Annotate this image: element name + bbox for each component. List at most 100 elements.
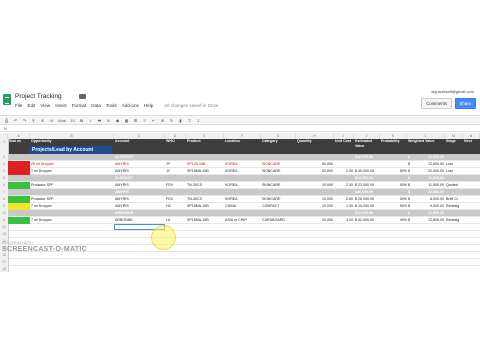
header-stage[interactable]: Stage: [446, 139, 462, 154]
stage-cell[interactable]: Redesig: [446, 203, 462, 210]
probability-cell[interactable]: 50%: [381, 203, 407, 210]
share-button[interactable]: Share: [454, 98, 476, 109]
status-cell[interactable]: [8, 182, 30, 189]
location-cell[interactable]: CHINA: [225, 203, 261, 210]
fill-color-icon[interactable]: ◆: [115, 118, 120, 123]
comments-button[interactable]: Comments: [421, 98, 452, 109]
account-cell[interactable]: AMYRIS: [115, 203, 165, 210]
table-row[interactable]: 11 7 ml Dropper ARBONNE LA SP18MA-15B AS…: [0, 217, 480, 224]
strikethrough-icon[interactable]: S: [97, 118, 102, 123]
table-row[interactable]: 3 25 ml Dropper AMYRIS JY SP120-15B KORE…: [0, 161, 480, 168]
weighted-cell[interactable]: 32,000.00: [416, 168, 444, 175]
filter-icon[interactable]: ▽: [187, 118, 192, 123]
weighted-cell[interactable]: 9,500.00: [416, 203, 444, 210]
text-color-icon[interactable]: A: [106, 118, 111, 123]
header-quantity[interactable]: Quantity: [297, 139, 333, 154]
header-next[interactable]: Next: [464, 139, 480, 154]
currency-cell[interactable]: $: [408, 168, 414, 175]
currency-cell[interactable]: $: [408, 182, 414, 189]
opportunity-cell[interactable]: 7 ml Dropper: [31, 168, 111, 175]
category-cell[interactable]: SKINCARE: [262, 161, 295, 168]
currency-cell[interactable]: $: [408, 217, 414, 224]
status-cell[interactable]: [8, 203, 30, 210]
product-cell[interactable]: SP18MA-15B: [187, 203, 223, 210]
section-currency[interactable]: $: [408, 210, 414, 217]
section-row[interactable]: 2 ALDEMIST $46,000.00 $ 12,600.00: [0, 154, 480, 161]
wrap-icon[interactable]: ↵: [151, 118, 156, 123]
weighted-cell[interactable]: 8,000.00: [416, 196, 444, 203]
currency-cell[interactable]: $: [408, 161, 414, 168]
undo-icon[interactable]: ↶: [13, 118, 18, 123]
row-number[interactable]: 17: [0, 259, 9, 266]
product-cell[interactable]: SP18MA-15B: [187, 217, 223, 224]
row-number[interactable]: 7: [0, 189, 9, 196]
stage-cell[interactable]: Brief Cr: [446, 196, 462, 203]
menu-addons[interactable]: Add-ons: [122, 103, 139, 108]
opportunity-cell[interactable]: Protactor SPF: [31, 196, 111, 203]
stage-cell[interactable]: Lost: [446, 168, 462, 175]
location-cell[interactable]: KOREA: [225, 196, 261, 203]
estimated-cell[interactable]: $ 40,000.00: [355, 168, 379, 175]
stage-cell[interactable]: Quoted: [446, 182, 462, 189]
section-estimated[interactable]: $23,000.00: [355, 175, 379, 182]
location-cell[interactable]: KOREA: [225, 182, 261, 189]
who-cell[interactable]: LA: [166, 217, 186, 224]
category-cell[interactable]: SKINCARE: [262, 168, 295, 175]
banner-title[interactable]: Projects/Lead by Account: [30, 146, 112, 154]
currency-icon[interactable]: $: [40, 118, 45, 123]
table-row[interactable]: 13: [0, 231, 480, 238]
function-icon[interactable]: Σ: [196, 118, 201, 123]
section-account[interactable]: ALDEMIST: [115, 154, 165, 161]
table-row[interactable]: 12: [0, 224, 480, 231]
location-cell[interactable]: KOREA: [225, 168, 261, 175]
product-cell[interactable]: SP120-15B: [187, 161, 223, 168]
menu-data[interactable]: Data: [91, 103, 101, 108]
percent-icon[interactable]: %: [49, 118, 54, 123]
estimated-cell[interactable]: $ 32,000.00: [355, 217, 379, 224]
menu-help[interactable]: Help: [144, 103, 153, 108]
account-cell[interactable]: AMYRIS: [115, 161, 165, 168]
category-cell[interactable]: COMPACT: [262, 203, 295, 210]
borders-icon[interactable]: ▦: [124, 118, 129, 123]
unit-cost-cell[interactable]: 2.00: [335, 168, 353, 175]
weighted-cell[interactable]: 11,500.00: [416, 182, 444, 189]
row-number[interactable]: 10: [0, 210, 9, 217]
opportunity-cell[interactable]: 7 ml Dropper: [31, 203, 111, 210]
sheets-logo-icon[interactable]: [3, 94, 11, 105]
section-account[interactable]: ARBONNE: [115, 210, 165, 217]
who-cell[interactable]: FDV: [166, 196, 186, 203]
font-size-select[interactable]: 10: [70, 118, 75, 123]
section-row[interactable]: 10 ARBONNE $32,000.00 $ 12,800.00: [0, 210, 480, 217]
redo-icon[interactable]: ↷: [22, 118, 27, 123]
folder-icon[interactable]: [79, 94, 86, 99]
bold-icon[interactable]: B: [79, 118, 84, 123]
menu-edit[interactable]: Edit: [27, 103, 35, 108]
probability-cell[interactable]: 80%: [381, 168, 407, 175]
quantity-cell[interactable]: 50,000: [297, 161, 333, 168]
row-number[interactable]: 16: [0, 252, 9, 259]
header-estimated-value[interactable]: Estimated Value: [355, 139, 379, 154]
location-cell[interactable]: KOREA: [225, 161, 261, 168]
status-cell[interactable]: [8, 161, 30, 168]
section-account[interactable]: ALDEMIST: [115, 175, 165, 182]
who-cell[interactable]: FDV: [166, 182, 186, 189]
who-cell[interactable]: JY: [166, 161, 186, 168]
weighted-cell[interactable]: 12,800.00: [416, 217, 444, 224]
table-row[interactable]: 4 7 ml Dropper AMYRIS JY SP18MA-15B KORE…: [0, 168, 480, 175]
location-cell[interactable]: ASIA or CHIP: [225, 217, 261, 224]
category-cell[interactable]: SKINCARE: [262, 182, 295, 189]
estimated-cell[interactable]: $ 19,000.00: [355, 203, 379, 210]
table-row[interactable]: 6 Protactor SPF AMYRIS FDV TN-30CS KOREA…: [0, 182, 480, 189]
quantity-cell[interactable]: 10,000: [297, 182, 333, 189]
menu-format[interactable]: Format: [72, 103, 87, 108]
italic-icon[interactable]: I: [88, 118, 93, 123]
header-who[interactable]: WHO: [166, 139, 186, 154]
product-cell[interactable]: TN-30CS: [187, 182, 223, 189]
header-probability[interactable]: Probability: [381, 139, 407, 154]
formula-bar[interactable]: fx: [0, 126, 480, 132]
quantity-cell[interactable]: 20,000: [297, 168, 333, 175]
status-cell[interactable]: [8, 196, 30, 203]
row-number[interactable]: 2: [0, 154, 9, 161]
table-row[interactable]: 17: [0, 259, 480, 266]
account-cell[interactable]: AMYRIS: [115, 168, 165, 175]
